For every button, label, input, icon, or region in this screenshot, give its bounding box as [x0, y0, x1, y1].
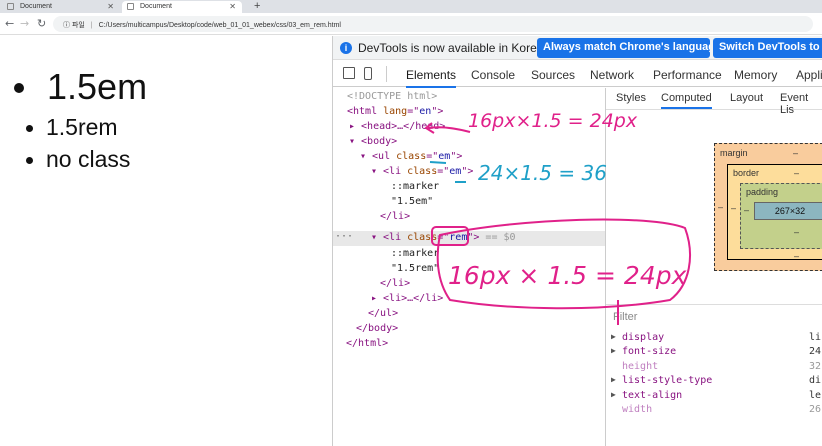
page-content: 1.5em 1.5rem no class: [0, 36, 332, 446]
language-infobar: i DevTools is now available in Korean! A…: [333, 36, 822, 60]
tab-console[interactable]: Console: [471, 68, 515, 82]
browser-tab-strip: Document ✕ Document ✕ +: [0, 0, 822, 13]
border-bottom-value: –: [794, 251, 800, 261]
expand-arrow-icon[interactable]: ▶: [611, 346, 616, 355]
document-icon: [7, 3, 14, 10]
expand-arrow-icon[interactable]: ▶: [611, 375, 616, 384]
doctype-node[interactable]: <!DOCTYPE html>: [347, 90, 437, 104]
padding-left-value: –: [744, 205, 750, 215]
tab-computed[interactable]: Computed: [661, 92, 712, 109]
ul-close-tag[interactable]: </ul>: [368, 307, 398, 321]
padding-bottom-value: –: [794, 227, 800, 237]
divider: |: [90, 22, 93, 29]
border-left-value: –: [731, 203, 737, 213]
device-toolbar-icon[interactable]: [364, 67, 372, 80]
tab-styles[interactable]: Styles: [616, 92, 646, 104]
tab-application[interactable]: Appli: [796, 68, 822, 82]
devtools-toolbar: Elements Console Sources Network Perform…: [333, 61, 822, 88]
text-node[interactable]: "1.5rem": [391, 262, 439, 276]
more-icon[interactable]: ···: [335, 231, 353, 242]
computed-property[interactable]: ▶ display li: [606, 332, 822, 346]
box-model-margin[interactable]: margin – – border – – padding – 267×32 –…: [714, 143, 822, 271]
new-tab-button[interactable]: +: [254, 0, 260, 12]
margin-top-value: –: [793, 148, 799, 158]
url-input[interactable]: ⓘ 파일 | C:/Users/multicampus/Desktop/code…: [53, 16, 813, 32]
document-icon: [127, 3, 134, 10]
computed-property[interactable]: ▶ text-align le: [606, 390, 822, 404]
html-close-tag[interactable]: </html>: [346, 337, 388, 351]
li-close-tag[interactable]: </li>: [380, 210, 410, 224]
expand-arrow-icon[interactable]: ▶: [611, 390, 616, 399]
scheme-label: 파일: [71, 22, 85, 29]
li-rem-node-selected[interactable]: ▾ <li class="rem"> == $0: [371, 231, 516, 245]
bullet: [14, 83, 24, 93]
browser-tab[interactable]: Document ✕: [2, 1, 120, 13]
padding-label: padding: [746, 187, 779, 197]
list-item-em: 1.5em: [14, 66, 147, 108]
marker-pseudo[interactable]: ::marker: [391, 180, 439, 194]
box-model-padding[interactable]: padding – 267×32 –: [740, 183, 822, 249]
text-node[interactable]: "1.5em": [391, 195, 433, 209]
tab-performance[interactable]: Performance: [653, 68, 722, 82]
forward-arrow-icon[interactable]: →: [20, 17, 29, 30]
divider: [386, 66, 387, 82]
filter-input[interactable]: Filter: [613, 311, 637, 323]
li-close-tag[interactable]: </li>: [380, 277, 410, 291]
border-top-value: –: [794, 168, 800, 178]
body-node[interactable]: ▾ <body>: [349, 135, 397, 149]
body-close-tag[interactable]: </body>: [356, 322, 398, 336]
ul-node[interactable]: ▾ <ul class="em">: [360, 150, 462, 164]
box-model-content[interactable]: 267×32: [754, 202, 822, 220]
tab-title: Document: [20, 3, 52, 10]
expand-arrow-icon[interactable]: ▶: [611, 332, 616, 341]
tab-title: Document: [140, 3, 172, 10]
margin-left-value: –: [718, 202, 724, 212]
li-em-node[interactable]: ▾ <li class="em">: [371, 165, 473, 179]
tab-event-listeners[interactable]: Event Lis: [780, 92, 822, 116]
list-item-rem: 1.5rem: [26, 114, 118, 141]
close-icon[interactable]: ✕: [107, 2, 114, 11]
info-icon: i: [340, 42, 352, 54]
list-item-no-class: no class: [26, 146, 130, 173]
bullet: [26, 157, 33, 164]
marker-pseudo[interactable]: ::marker: [391, 247, 439, 261]
list-item-label: 1.5rem: [46, 114, 118, 140]
back-arrow-icon[interactable]: ←: [5, 17, 14, 30]
match-language-button[interactable]: Always match Chrome's language: [537, 38, 710, 58]
tab-elements[interactable]: Elements: [406, 68, 457, 88]
tab-network[interactable]: Network: [590, 68, 634, 82]
computed-property[interactable]: width 26: [606, 404, 822, 418]
close-icon[interactable]: ✕: [229, 2, 236, 11]
bullet: [26, 125, 33, 132]
border-label: border: [733, 168, 760, 178]
list-item-label: 1.5em: [47, 66, 148, 107]
reload-icon[interactable]: ↻: [37, 17, 46, 30]
attr-value: en: [419, 106, 432, 117]
li-collapsed-node[interactable]: ▸ <li>…</li>: [371, 292, 443, 306]
tab-memory[interactable]: Memory: [734, 68, 777, 82]
elements-tree: ··· <!DOCTYPE html> <html lang="en"> ▸ <…: [333, 88, 605, 446]
computed-property[interactable]: ▶ list-style-type di: [606, 375, 822, 389]
info-icon: ⓘ: [63, 22, 70, 29]
infobar-message: DevTools is now available in Korean!: [358, 41, 554, 55]
margin-label: margin: [720, 148, 748, 158]
tab-sources[interactable]: Sources: [531, 68, 575, 82]
browser-tab-active[interactable]: Document ✕: [122, 1, 242, 13]
styles-tabbar: Styles Computed Layout Event Lis: [606, 88, 822, 116]
html-node[interactable]: <html lang="en">: [347, 105, 443, 119]
divider: [606, 304, 822, 305]
devtools-panel: i DevTools is now available in Korean! A…: [332, 36, 822, 446]
computed-property[interactable]: height 32: [606, 361, 822, 375]
switch-language-button[interactable]: Switch DevTools to Ko: [713, 38, 822, 58]
list-item-label: no class: [46, 146, 131, 172]
computed-property[interactable]: ▶ font-size 24: [606, 346, 822, 360]
url-text: C:/Users/multicampus/Desktop/code/web_01…: [98, 22, 341, 29]
inspect-element-icon[interactable]: [343, 67, 355, 79]
head-node[interactable]: ▸ <head>…</head>: [349, 120, 445, 134]
box-model-border[interactable]: border – – padding – 267×32 – –: [727, 164, 822, 261]
tab-layout[interactable]: Layout: [730, 92, 763, 104]
address-bar: ← → ↻ ⓘ 파일 | C:/Users/multicampus/Deskto…: [0, 13, 822, 35]
